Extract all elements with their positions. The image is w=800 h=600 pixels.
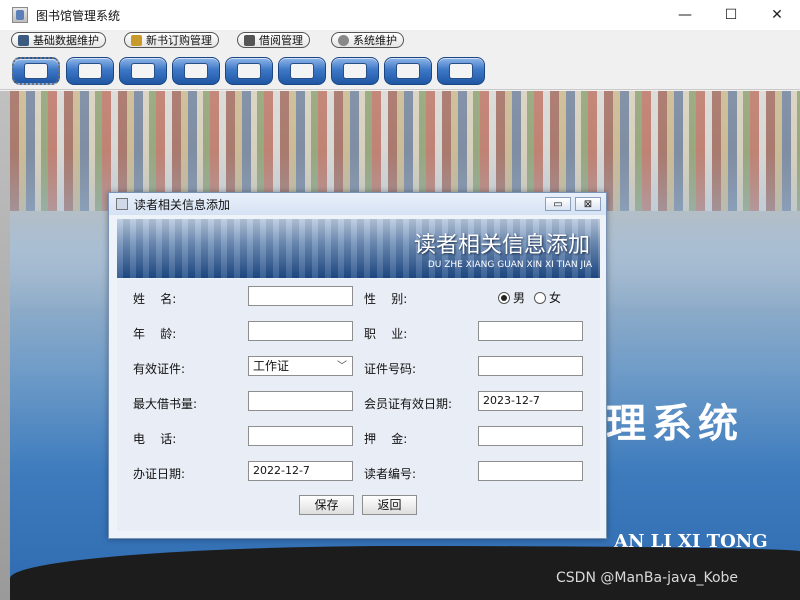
menu-label: 新书订购管理 [146, 34, 212, 47]
deposit-field[interactable] [478, 426, 583, 446]
radio-selected-icon [498, 291, 510, 304]
age-field[interactable] [248, 321, 353, 341]
toolbar-return-button[interactable] [225, 57, 273, 85]
job-label: 职 业: [364, 327, 408, 341]
gender-female-radio[interactable]: 女 [534, 289, 561, 306]
java-dialog-icon [116, 198, 128, 210]
gender-label: 性 别: [364, 292, 408, 306]
banner-title-cn: 读者相关信息添加 [413, 233, 590, 258]
dialog-form: 姓 名: 性 别: 男 女 年 龄: 职 业: 有效证件: 工作证 ﹀ 证件号码… [117, 279, 600, 531]
background-title-cn: 理系统 [606, 400, 744, 447]
id-type-select[interactable]: 工作证 ﹀ [248, 356, 353, 376]
issue-date-field[interactable]: 2022-12-7 [248, 461, 353, 481]
java-app-icon [12, 7, 28, 23]
gear-icon [338, 34, 349, 46]
menu-borrow[interactable]: 借阅管理 [237, 32, 310, 48]
toolbar [0, 52, 800, 90]
left-edge-strip [0, 91, 10, 600]
watermark: CSDN @ManBa-java_Kobe [556, 570, 739, 586]
reader-icon [185, 64, 207, 78]
window-title: 图书馆管理系统 [36, 8, 121, 23]
card-expiry-field[interactable]: 2023-12-7 [478, 391, 583, 411]
pen-icon [79, 64, 101, 78]
dialog-minimize-icon[interactable]: ▭ [545, 197, 571, 211]
book-icon [25, 64, 47, 78]
toolbar-exit-button[interactable] [437, 57, 485, 85]
exit-icon [450, 64, 472, 78]
chevron-down-icon: ﹀ [337, 361, 347, 372]
name-label: 姓 名: [133, 292, 177, 306]
id-number-field[interactable] [478, 356, 583, 376]
lock-icon [244, 34, 255, 46]
menu-new-book-order[interactable]: 新书订购管理 [124, 32, 219, 48]
search-icon [291, 64, 313, 78]
save-button[interactable]: 保存 [299, 495, 354, 515]
back-button[interactable]: 返回 [362, 495, 417, 515]
display-icon [344, 64, 366, 78]
dialog-close-icon[interactable]: ⊠ [575, 197, 601, 211]
reader-number-field[interactable] [478, 461, 583, 481]
toolbar-display-button[interactable] [331, 57, 379, 85]
id-type-value: 工作证 [253, 359, 290, 373]
phone-field[interactable] [248, 426, 353, 446]
minimize-icon[interactable]: — [662, 0, 708, 30]
toolbar-edit-button[interactable] [384, 57, 432, 85]
window-controls: — ☐ ✕ [662, 0, 800, 30]
radio-unselected-icon [534, 291, 546, 304]
job-field[interactable] [478, 321, 583, 341]
deposit-label: 押 金: [364, 432, 408, 446]
max-borrow-label: 最大借书量: [133, 397, 198, 411]
database-icon [18, 34, 29, 46]
toolbar-search-button[interactable] [278, 57, 326, 85]
phone-label: 电 话: [133, 432, 177, 446]
menu-basic-data[interactable]: 基础数据维护 [11, 32, 106, 48]
toolbar-shelf-button[interactable] [119, 57, 167, 85]
age-label: 年 龄: [133, 327, 177, 341]
cart-icon [131, 34, 142, 46]
toolbar-reader-button[interactable] [172, 57, 220, 85]
reader-number-label: 读者编号: [364, 467, 417, 481]
menu-bar: 基础数据维护 新书订购管理 借阅管理 系统维护 [0, 30, 800, 52]
window-titlebar: 图书馆管理系统 — ☐ ✕ [0, 0, 800, 30]
dialog-title: 读者相关信息添加 [134, 197, 231, 212]
dialog-banner: 读者相关信息添加 DU ZHE XIANG GUAN XIN XI TIAN J… [117, 219, 600, 278]
issue-date-label: 办证日期: [133, 467, 186, 481]
return-icon [238, 64, 260, 78]
menu-label: 基础数据维护 [33, 34, 99, 47]
banner-title-en: DU ZHE XIANG GUAN XIN XI TIAN JIA [427, 260, 592, 270]
reader-add-dialog: 读者相关信息添加 ▭ ⊠ 读者相关信息添加 DU ZHE XIANG GUAN … [108, 192, 607, 539]
max-borrow-field[interactable] [248, 391, 353, 411]
menu-system[interactable]: 系统维护 [331, 32, 404, 48]
name-field[interactable] [248, 286, 353, 306]
dialog-titlebar: 读者相关信息添加 ▭ ⊠ [109, 193, 606, 215]
id-number-label: 证件号码: [364, 362, 417, 376]
maximize-icon[interactable]: ☐ [708, 0, 754, 30]
id-type-label: 有效证件: [133, 362, 186, 376]
edit-icon [397, 64, 419, 78]
card-expiry-label: 会员证有效日期: [364, 397, 453, 411]
menu-label: 借阅管理 [259, 34, 303, 47]
close-icon[interactable]: ✕ [754, 0, 800, 30]
toolbar-pen-button[interactable] [66, 57, 114, 85]
shelf-icon [132, 64, 154, 78]
gender-male-label: 男 [513, 291, 526, 305]
toolbar-book-button[interactable] [12, 57, 60, 85]
gender-female-label: 女 [549, 291, 562, 305]
gender-male-radio[interactable]: 男 [498, 289, 525, 306]
menu-label: 系统维护 [353, 34, 397, 47]
